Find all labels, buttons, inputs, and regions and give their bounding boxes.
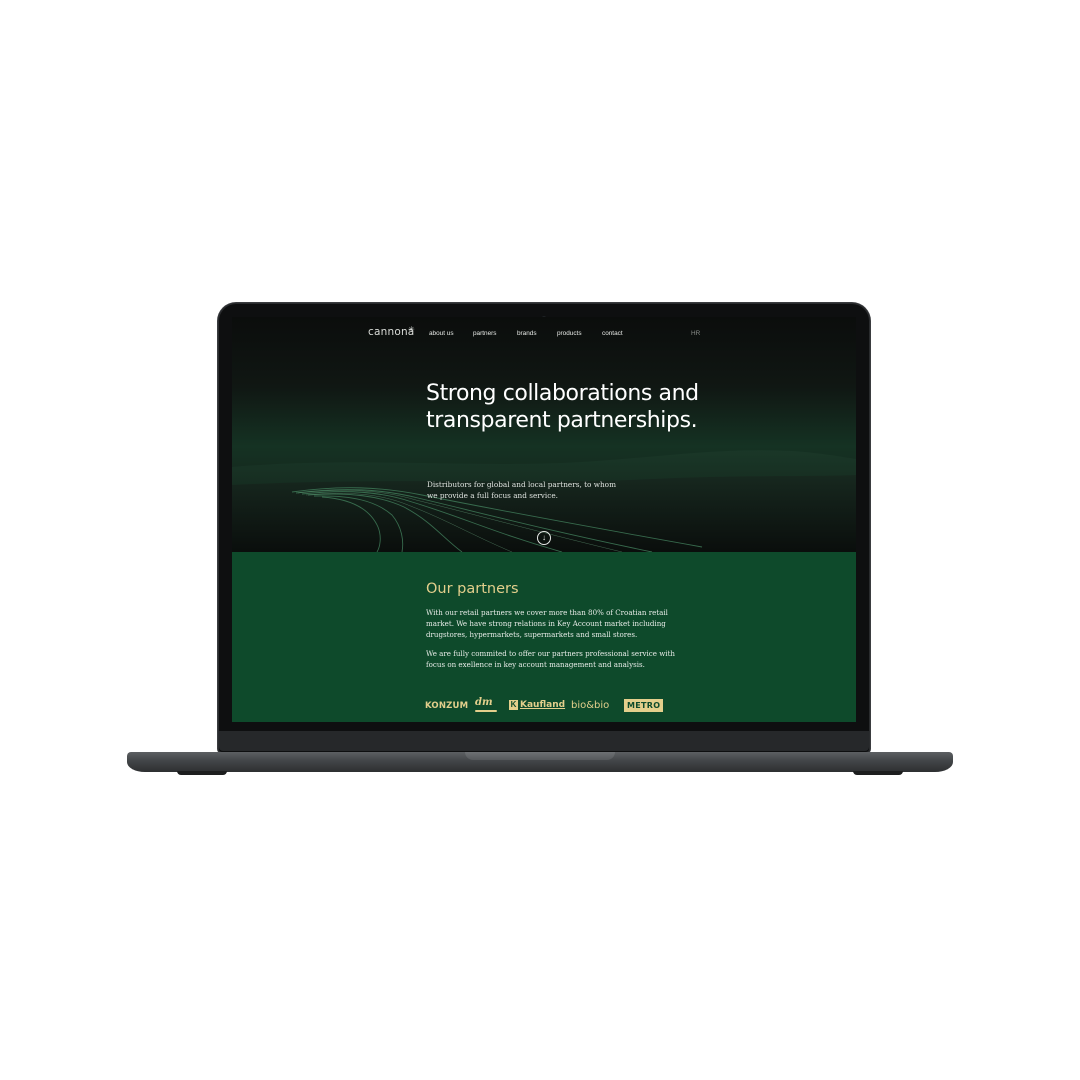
laptop-foot-right [853,771,903,775]
laptop-mockup-stage: cannona ✳ about us partners brands produ… [0,0,1080,1080]
dm-logo-underline [475,710,497,712]
nav-item-contact[interactable]: contact [602,330,623,337]
hero-subtitle: Distributors for global and local partne… [427,480,616,500]
kaufland-logo: Kaufland [520,700,566,710]
laptop-foot-left [177,771,227,775]
partner-logos: KONZUM dm K Kaufland bio&bio METRO [425,697,675,715]
partners-paragraph-1: With our retail partners we cover more t… [426,608,668,640]
laptop-screen-chin [219,731,869,751]
nav-item-brands[interactable]: brands [517,330,537,337]
dm-logo: dm [475,697,493,708]
nav-item-about-us[interactable]: about us [429,330,454,337]
kaufland-logo-mark: K [509,700,518,710]
nav-item-products[interactable]: products [557,330,582,337]
konzum-logo: KONZUM [425,701,469,711]
top-navigation: cannona ✳ about us partners brands produ… [232,317,856,351]
arrow-down-circle-icon[interactable]: ↓ [537,531,551,545]
nav-item-partners[interactable]: partners [473,330,496,337]
partners-section: Our partners With our retail partners we… [232,552,856,722]
metro-logo: METRO [624,699,664,712]
partners-paragraph-2: We are fully commited to offer our partn… [426,649,675,670]
biobio-logo: bio&bio [571,700,610,711]
laptop-opening-notch [465,752,615,760]
leaf-icon: ✳ [408,325,415,334]
language-switch[interactable]: HR [691,330,700,337]
hero-section: cannona ✳ about us partners brands produ… [232,317,856,552]
partners-title: Our partners [426,581,519,597]
hero-landscape-image [232,450,856,552]
hero-title: Strong collaborations and transparent pa… [426,381,699,433]
laptop-screen: cannona ✳ about us partners brands produ… [232,317,856,722]
